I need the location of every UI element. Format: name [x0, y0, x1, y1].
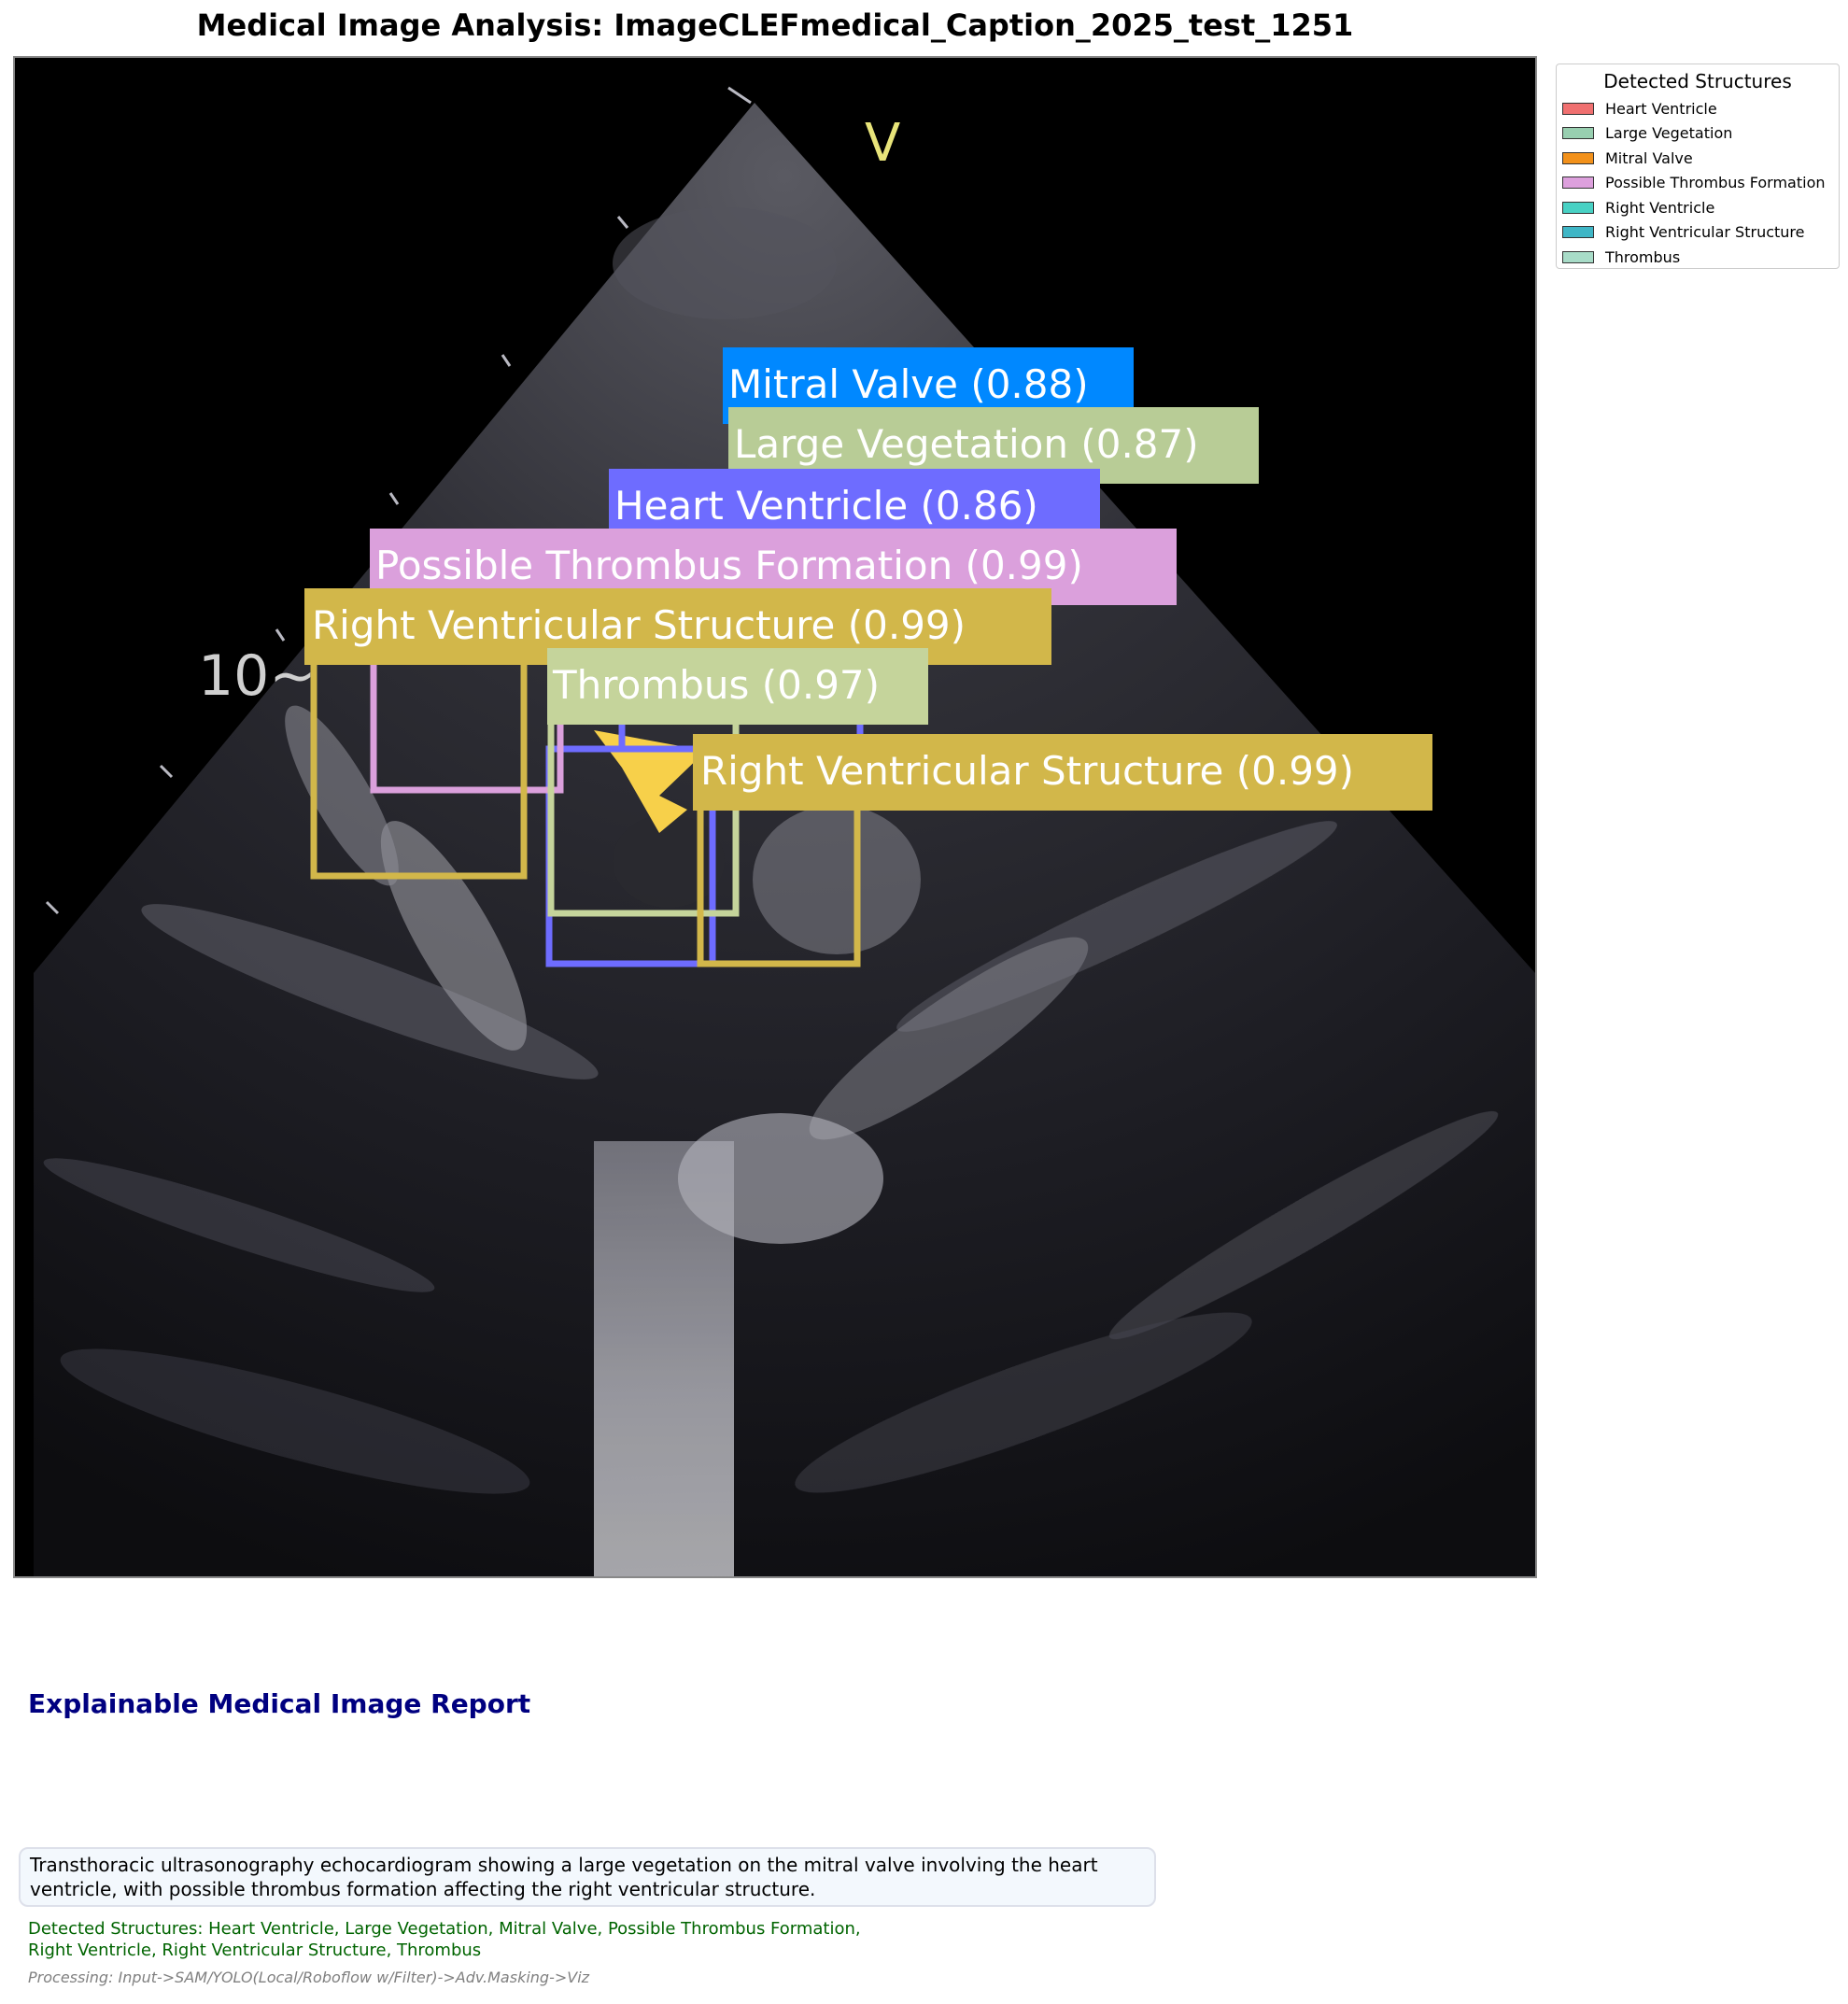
ultrasound-image-panel: V 10~ Mitral Valve (0.88) Large Vegetati… — [13, 56, 1537, 1578]
caption-box: Transthoracic ultrasonography echocardio… — [19, 1847, 1156, 1907]
label-heart-ventricle: Heart Ventricle (0.86) — [614, 483, 1038, 529]
legend-swatch — [1562, 151, 1594, 164]
legend-item-thrombus: Thrombus — [1557, 245, 1839, 270]
legend-item-heart-ventricle: Heart Ventricle — [1557, 96, 1839, 121]
caption-line-2: ventricle, with possible thrombus format… — [30, 1878, 816, 1900]
legend-item-right-ventricular-structure: Right Ventricular Structure — [1557, 220, 1839, 246]
legend-swatch — [1562, 127, 1594, 140]
legend-swatch — [1562, 226, 1594, 239]
legend-swatch — [1562, 102, 1594, 115]
report-title: Explainable Medical Image Report — [28, 1688, 531, 1719]
label-mitral-valve: Mitral Valve (0.88) — [728, 361, 1089, 407]
legend-label: Possible Thrombus Formation — [1605, 174, 1826, 192]
annotated-echocardiogram: V 10~ Mitral Valve (0.88) Large Vegetati… — [34, 86, 1535, 1576]
legend-label: Mitral Valve — [1605, 148, 1693, 167]
legend-swatch — [1562, 201, 1594, 214]
label-possible-thrombus: Possible Thrombus Formation (0.99) — [375, 543, 1083, 588]
legend: Detected Structures Heart Ventricle Larg… — [1556, 64, 1840, 269]
legend-item-right-ventricle: Right Ventricle — [1557, 195, 1839, 220]
legend-label: Right Ventricle — [1605, 198, 1715, 217]
detected-structures-text: Detected Structures: Heart Ventricle, La… — [28, 1918, 1055, 1961]
label-large-vegetation: Large Vegetation (0.87) — [734, 421, 1199, 467]
processing-text: Processing: Input->SAM/YOLO(Local/Robofl… — [28, 1969, 590, 1986]
legend-item-possible-thrombus-formation: Possible Thrombus Formation — [1557, 171, 1839, 196]
legend-item-mitral-valve: Mitral Valve — [1557, 146, 1839, 171]
legend-label: Thrombus — [1605, 247, 1681, 266]
page-title: Medical Image Analysis: ImageCLEFmedical… — [196, 7, 1354, 43]
label-right-ventricular-structure-2: Right Ventricular Structure (0.99) — [700, 748, 1354, 794]
legend-label: Heart Ventricle — [1605, 99, 1717, 118]
legend-swatch — [1562, 176, 1594, 190]
ultrasound-v-marker: V — [865, 113, 900, 174]
legend-item-large-vegetation: Large Vegetation — [1557, 121, 1839, 147]
label-right-ventricular-structure-1: Right Ventricular Structure (0.99) — [312, 602, 966, 648]
legend-title: Detected Structures — [1603, 70, 1792, 92]
legend-swatch — [1562, 250, 1594, 263]
label-thrombus: Thrombus (0.97) — [552, 662, 880, 708]
caption-line-1: Transthoracic ultrasonography echocardio… — [30, 1854, 1098, 1876]
detected-structures-line-1: Detected Structures: Heart Ventricle, La… — [28, 1919, 861, 1939]
detected-structures-line-2: Right Ventricle, Right Ventricular Struc… — [28, 1940, 482, 1960]
legend-label: Right Ventricular Structure — [1605, 223, 1805, 242]
legend-label: Large Vegetation — [1605, 124, 1733, 143]
ultrasound-depth-marker: 10~ — [198, 643, 317, 709]
